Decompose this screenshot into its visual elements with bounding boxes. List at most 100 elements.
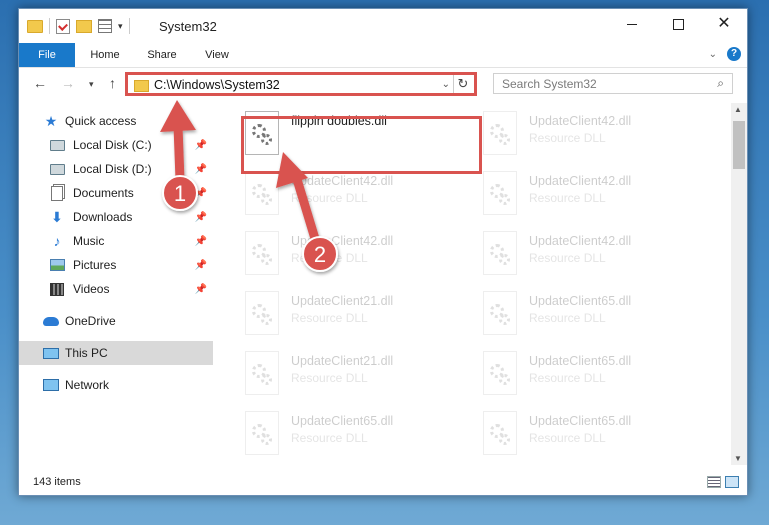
pin-icon[interactable]: 📌 (195, 212, 207, 223)
sidebar-item-label: Network (65, 378, 110, 392)
recent-locations-chevron-icon[interactable]: ▾ (89, 79, 94, 90)
file-item[interactable]: UpdateClient21.dll Resource DLL (239, 285, 467, 341)
file-type: Resource DLL (529, 311, 606, 325)
network-icon (43, 377, 59, 393)
scroll-down-icon[interactable]: ▼ (734, 454, 742, 463)
file-name: UpdateClient65.dll (529, 414, 632, 428)
new-folder-icon[interactable] (76, 19, 92, 33)
sidebar-item-label: Pictures (73, 258, 117, 272)
dll-file-icon (483, 291, 517, 335)
file-name: UpdateClient21.dll (291, 294, 394, 308)
pin-icon[interactable]: 📌 (195, 236, 207, 247)
file-item[interactable]: UpdateClient42.dll Resource DLL (477, 165, 705, 221)
sidebar-item-quick-access[interactable]: ★ Quick access (19, 109, 213, 133)
sidebar-item-label: This PC (65, 346, 108, 360)
file-item[interactable]: UpdateClient65.dll Resource DLL (477, 285, 705, 341)
scrollbar-thumb[interactable] (733, 121, 745, 169)
star-icon: ★ (44, 112, 58, 129)
refresh-icon[interactable]: ↻ (453, 75, 472, 93)
title-bar: ▾ System32 ✕ (19, 9, 747, 43)
pin-icon[interactable]: 📌 (195, 140, 207, 151)
help-icon[interactable]: ? (727, 47, 741, 61)
sidebar-item-label: Music (73, 234, 105, 248)
file-item[interactable]: UpdateClient42.dll Resource DLL (477, 105, 705, 161)
up-arrow-icon[interactable]: ↑ (109, 75, 116, 91)
file-type: Resource DLL (291, 311, 368, 325)
file-type: Resource DLL (291, 191, 368, 205)
file-item[interactable]: UpdateClient42.dll Resource DLL (477, 225, 705, 281)
sidebar-item-network[interactable]: Network (19, 373, 213, 397)
sidebar-item-downloads[interactable]: ⬇ Downloads 📌 (19, 205, 213, 229)
scroll-up-icon[interactable]: ▲ (734, 105, 742, 114)
sidebar-item-label: Local Disk (C:) (73, 138, 152, 152)
view-switcher (707, 476, 739, 488)
folder-icon (27, 19, 43, 33)
chevron-down-icon[interactable]: ▾ (118, 21, 123, 32)
dll-file-icon (483, 171, 517, 215)
dll-file-icon (245, 171, 279, 215)
address-path[interactable]: C:\Windows\System32 (154, 78, 280, 92)
toolbar-separator (49, 18, 50, 34)
tab-home[interactable]: Home (83, 43, 127, 67)
properties-icon[interactable] (56, 18, 70, 34)
drive-icon (49, 137, 65, 153)
dll-file-icon (245, 291, 279, 335)
customize-view-icon[interactable] (98, 19, 112, 33)
tab-file[interactable]: File (19, 43, 75, 67)
file-item[interactable]: UpdateClient65.dll Resource DLL (239, 405, 467, 461)
sidebar-item-this-pc[interactable]: This PC (19, 341, 213, 365)
dll-file-icon (245, 231, 279, 275)
file-item[interactable]: UpdateClient65.dll Resource DLL (477, 345, 705, 401)
file-type: Resource DLL (529, 251, 606, 265)
sidebar-item-documents[interactable]: Documents 📌 (19, 181, 213, 205)
navigation-pane: ★ Quick access Local Disk (C:) 📌 Local D… (19, 103, 213, 463)
sidebar-item-label: OneDrive (65, 314, 116, 328)
search-box[interactable]: ⌕ (493, 73, 733, 94)
file-item[interactable]: UpdateClient21.dll Resource DLL (239, 345, 467, 401)
large-icons-view-icon[interactable] (725, 476, 739, 488)
back-arrow-icon[interactable]: ← (33, 75, 47, 91)
ribbon-right-controls: ⌄ ? (709, 47, 741, 61)
dll-file-icon (245, 411, 279, 455)
pin-icon[interactable]: 📌 (195, 188, 207, 199)
close-button[interactable]: ✕ (701, 9, 747, 39)
details-view-icon[interactable] (707, 476, 721, 488)
this-pc-icon (43, 345, 59, 361)
tab-view[interactable]: View (197, 43, 237, 67)
videos-icon (49, 281, 65, 297)
maximize-button[interactable] (655, 9, 701, 39)
sidebar-item-onedrive[interactable]: OneDrive (19, 309, 213, 333)
address-dropdown-icon[interactable]: ⌄ (442, 79, 450, 90)
file-item[interactable]: UpdateClient42.dll Resource DLL (239, 225, 467, 281)
window-controls: ✕ (609, 9, 747, 39)
pin-icon[interactable]: 📌 (195, 284, 207, 295)
file-type: Resource DLL (291, 431, 368, 445)
file-item[interactable]: UpdateClient65.dll Resource DLL (477, 405, 705, 461)
sidebar-item-pictures[interactable]: Pictures 📌 (19, 253, 213, 277)
dll-file-icon (483, 351, 517, 395)
pin-icon[interactable]: 📌 (195, 260, 207, 271)
sidebar-item-label: Documents (73, 186, 134, 200)
dll-file-icon (483, 111, 517, 155)
forward-arrow-icon[interactable]: → (61, 75, 75, 91)
sidebar-item-local-disk-d[interactable]: Local Disk (D:) 📌 (19, 157, 213, 181)
file-name: UpdateClient65.dll (529, 354, 632, 368)
vertical-scrollbar[interactable]: ▲ ▼ (731, 103, 747, 465)
tab-share[interactable]: Share (139, 43, 185, 67)
search-icon[interactable]: ⌕ (717, 76, 724, 91)
onedrive-icon (43, 313, 59, 329)
expand-ribbon-icon[interactable]: ⌄ (709, 49, 717, 60)
dll-file-icon (483, 231, 517, 275)
search-input[interactable] (500, 76, 704, 92)
address-bar[interactable]: C:\Windows\System32 ⌄ ↻ (125, 72, 477, 96)
documents-icon (49, 185, 65, 201)
sidebar-item-music[interactable]: ♪ Music 📌 (19, 229, 213, 253)
sidebar-item-label: Local Disk (D:) (73, 162, 152, 176)
sidebar-item-videos[interactable]: Videos 📌 (19, 277, 213, 301)
pin-icon[interactable]: 📌 (195, 164, 207, 175)
file-type: Resource DLL (529, 191, 606, 205)
sidebar-item-local-disk-c[interactable]: Local Disk (C:) 📌 (19, 133, 213, 157)
minimize-button[interactable] (609, 9, 655, 39)
selected-file-highlight (241, 116, 482, 174)
file-type: Resource DLL (291, 251, 368, 265)
